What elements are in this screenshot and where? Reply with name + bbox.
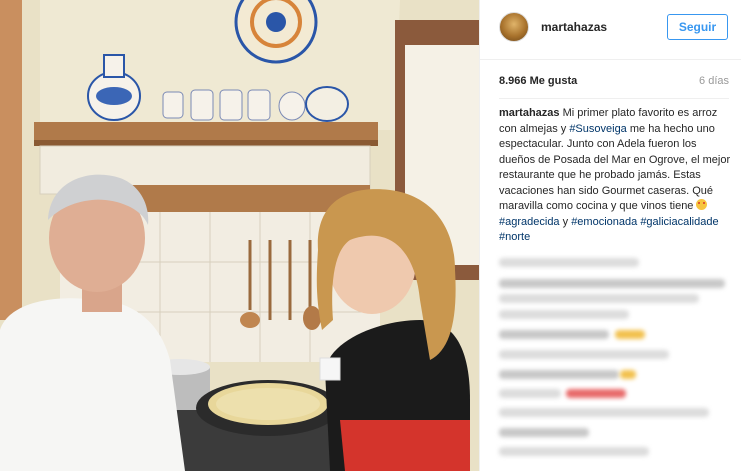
blurred-comment	[499, 408, 709, 417]
blurred-comment	[499, 370, 619, 379]
caption-fragment: y	[559, 215, 572, 228]
post-caption: martahazas Mi primer plato favorito es a…	[499, 106, 731, 246]
heart-eyes-emoji-icon	[696, 199, 708, 210]
hashtag-link[interactable]: #Susoveiga	[569, 123, 627, 135]
post-age[interactable]: 6 días	[699, 75, 729, 87]
blurred-emoji	[620, 370, 636, 379]
caption-username[interactable]: martahazas	[499, 107, 560, 119]
blurred-comment	[499, 330, 609, 339]
hashtag-link[interactable]: #norte	[499, 231, 530, 243]
blurred-comment	[499, 258, 639, 267]
blurred-comment	[499, 350, 669, 359]
kitchen-scene-image	[0, 0, 479, 471]
blurred-comment	[499, 310, 629, 319]
hashtag-link[interactable]: #emocionada	[571, 216, 637, 228]
post-photo	[0, 0, 479, 471]
username-link[interactable]: martahazas	[541, 20, 607, 34]
blurred-emoji	[566, 389, 626, 398]
blurred-comment	[499, 279, 725, 288]
hashtag-link[interactable]: #galiciacalidade	[640, 216, 718, 228]
follow-button[interactable]: Seguir	[667, 14, 728, 40]
hashtag-link[interactable]: #agradecida	[499, 216, 560, 228]
caption-fragment: me ha hecho uno espectacular. Junto con …	[499, 122, 731, 213]
blurred-emoji	[615, 330, 645, 339]
post-header: martahazas Seguir	[480, 0, 741, 60]
post-meta: 8.966 Me gusta 6 días	[499, 75, 729, 91]
likes-count[interactable]: 8.966 Me gusta	[499, 75, 577, 87]
blurred-comment	[499, 294, 699, 303]
avatar[interactable]	[499, 12, 529, 42]
post-sidebar: martahazas Seguir 8.966 Me gusta 6 días …	[479, 0, 741, 471]
blurred-comment	[499, 428, 589, 437]
blurred-comment	[499, 389, 561, 398]
divider	[499, 98, 729, 99]
blurred-comment	[499, 447, 649, 456]
caption-text: Mi primer plato favorito es arroz con al…	[499, 107, 730, 243]
